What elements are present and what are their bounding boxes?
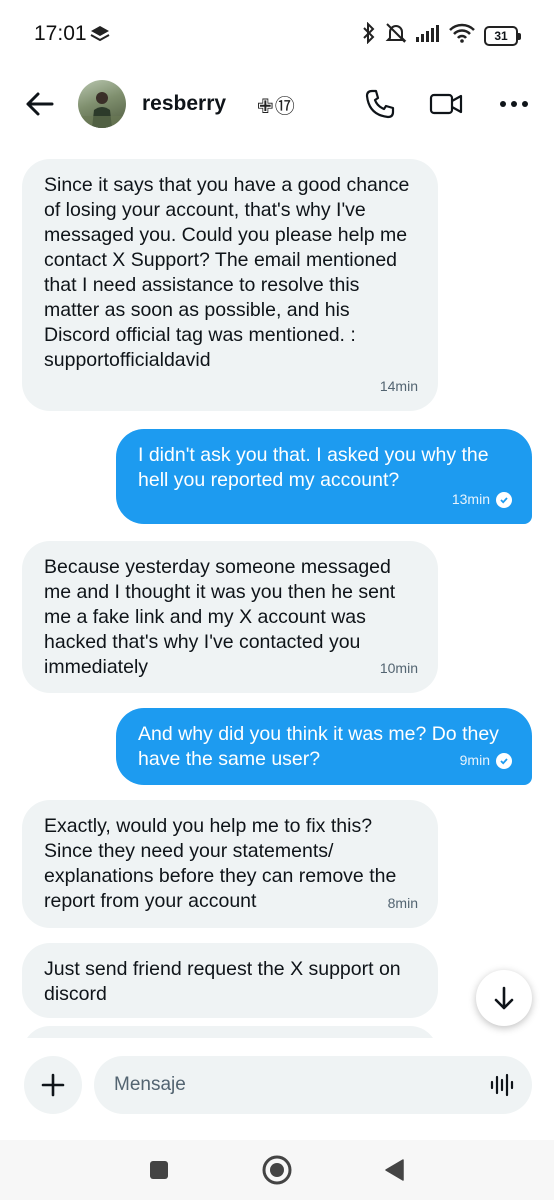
message-composer <box>0 1040 554 1140</box>
wifi-icon <box>449 23 475 48</box>
video-call-button[interactable] <box>428 86 464 122</box>
status-bar: 17:01 31 <box>0 0 554 70</box>
layers-icon <box>90 25 110 48</box>
message-input-container[interactable] <box>94 1056 532 1114</box>
message-text: Just send friend request the X support o… <box>44 958 401 1005</box>
message-bubble-sent[interactable]: And why did you think it was me? Do they… <box>116 708 532 785</box>
profile-badges: ✙⑰ <box>257 96 296 118</box>
phone-icon <box>365 89 395 119</box>
avatar[interactable] <box>78 80 126 128</box>
home-circle-icon <box>262 1155 292 1185</box>
conversation-header: resberry ✙⑰ <box>0 70 554 140</box>
nav-back-button[interactable] <box>376 1152 412 1188</box>
square-icon <box>150 1161 168 1179</box>
message-time: 9min <box>460 748 512 773</box>
voice-wave-icon <box>490 1073 514 1097</box>
bluetooth-icon <box>362 21 376 49</box>
message-text: I didn't ask you that. I asked you why t… <box>138 444 489 491</box>
message-time: 10min <box>379 660 418 676</box>
message-time: 13min <box>452 487 512 512</box>
triangle-back-icon <box>385 1159 404 1181</box>
username[interactable]: resberry <box>142 92 226 116</box>
message-bubble-received[interactable]: Since it says that you have a good chanc… <box>22 159 438 411</box>
message-text: Because yesterday someone messaged me an… <box>44 556 396 678</box>
message-input[interactable] <box>114 1056 474 1114</box>
status-time: 17:01 <box>34 22 87 45</box>
plus-icon <box>41 1073 65 1097</box>
scroll-to-bottom-button[interactable] <box>476 970 532 1026</box>
signal-icon <box>416 24 440 47</box>
more-button[interactable] <box>496 86 532 122</box>
status-icons: 31 <box>362 21 521 49</box>
message-list[interactable]: Since it says that you have a good chanc… <box>0 140 554 1038</box>
voice-message-button[interactable] <box>488 1071 516 1099</box>
message-time: 14min <box>379 378 418 394</box>
message-time: 8min <box>387 895 418 911</box>
call-button[interactable] <box>362 86 398 122</box>
message-text: Since it says that you have a good chanc… <box>44 174 410 371</box>
battery-icon: 31 <box>484 25 521 46</box>
message-bubble-received[interactable]: Because yesterday someone messaged me an… <box>22 541 438 693</box>
video-camera-icon <box>429 93 463 115</box>
message-text: Exactly, would you help me to fix this? … <box>44 815 397 912</box>
arrow-down-icon <box>494 986 514 1010</box>
system-navigation-bar <box>0 1140 554 1200</box>
back-button[interactable] <box>22 86 58 122</box>
message-bubble-sent[interactable]: I didn't ask you that. I asked you why t… <box>116 429 532 524</box>
back-arrow-icon <box>26 92 54 116</box>
read-check-icon <box>496 752 512 769</box>
home-button[interactable] <box>259 1152 295 1188</box>
message-bubble-received[interactable]: Exactly, would you help me to fix this? … <box>22 800 438 928</box>
read-check-icon <box>496 491 512 508</box>
recents-button[interactable] <box>141 1152 177 1188</box>
add-media-button[interactable] <box>24 1056 82 1114</box>
message-bubble-received[interactable] <box>22 1026 438 1038</box>
message-bubble-received[interactable]: Just send friend request the X support o… <box>22 943 438 1018</box>
mute-bell-icon <box>385 22 407 49</box>
message-text: And why did you think it was me? Do they… <box>138 723 499 770</box>
more-icon <box>500 101 528 107</box>
